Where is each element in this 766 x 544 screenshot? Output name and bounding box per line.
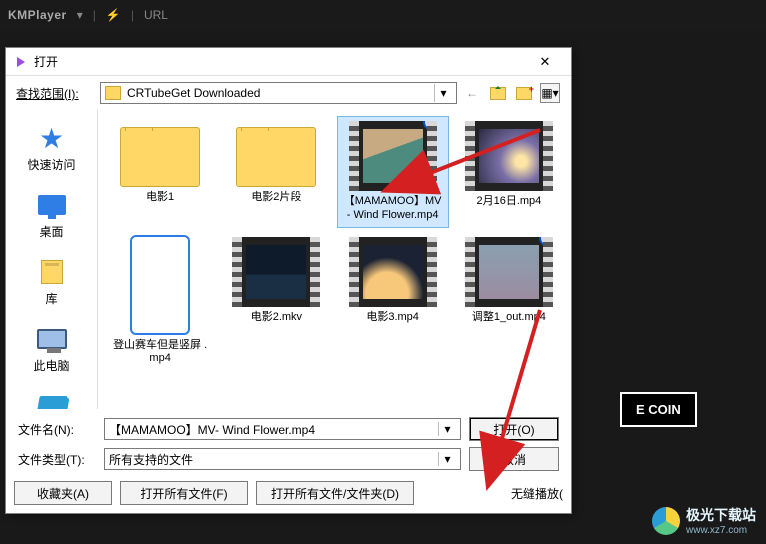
- file-controls: 文件名(N): 【MAMAMOO】MV- Wind Flower.mp4 ▾ 打…: [6, 409, 571, 475]
- phone-screenshot-thumbnail: [130, 235, 190, 335]
- video-thumbnail: [349, 237, 437, 307]
- filename-label: 文件名(N):: [18, 421, 96, 438]
- open-button[interactable]: 打开(O): [469, 417, 559, 441]
- folder-icon: [236, 127, 316, 187]
- chevron-down-icon[interactable]: ▾: [77, 8, 83, 22]
- filetype-combo[interactable]: 所有支持的文件 ▾: [104, 448, 461, 470]
- watermark-logo: 极光下载站 www.xz7.com: [652, 505, 756, 536]
- file-item-label: 电影2片段: [251, 191, 301, 205]
- file-item[interactable]: 电影1: [104, 116, 216, 228]
- desktop-icon: [38, 195, 66, 215]
- seamless-label[interactable]: 无缝播放(: [511, 485, 563, 502]
- file-item[interactable]: 2月16日.mp4: [453, 116, 565, 228]
- dialog-titlebar[interactable]: 打开 ✕: [6, 48, 571, 76]
- file-item[interactable]: 电影3.mp4: [337, 232, 449, 372]
- video-thumbnail: 1: [349, 121, 437, 191]
- file-item-label: 2月16日.mp4: [476, 195, 541, 209]
- file-item[interactable]: 2 调整1_out.mp4: [453, 232, 565, 372]
- annotation-badge: 2: [539, 237, 553, 247]
- views-icon[interactable]: ▦▾: [539, 82, 561, 104]
- filename-combo[interactable]: 【MAMAMOO】MV- Wind Flower.mp4 ▾: [104, 418, 461, 440]
- file-item[interactable]: 电影2.mkv: [220, 232, 332, 372]
- lookin-value: CRTubeGet Downloaded: [127, 86, 260, 100]
- watermark-icon: [652, 507, 680, 535]
- url-label[interactable]: URL: [144, 8, 168, 22]
- filetype-value: 所有支持的文件: [109, 451, 438, 468]
- file-item-label: 【MAMAMOO】MV- Wind Flower.mp4: [343, 195, 443, 223]
- pc-icon: [37, 329, 67, 349]
- lookin-combo[interactable]: CRTubeGet Downloaded ▾: [100, 82, 457, 104]
- chevron-down-icon[interactable]: ▾: [434, 84, 452, 102]
- filename-value: 【MAMAMOO】MV- Wind Flower.mp4: [109, 421, 438, 438]
- file-item-label: 电影1: [146, 191, 174, 205]
- watermark-text: 极光下载站: [686, 505, 756, 525]
- video-thumbnail: [465, 121, 553, 191]
- folder-icon: [105, 86, 121, 100]
- watermark-url: www.xz7.com: [686, 525, 756, 536]
- lookin-row: 查找范围(I): CRTubeGet Downloaded ▾ ← ▦▾: [6, 76, 571, 110]
- file-item-label: 电影3.mp4: [366, 311, 419, 325]
- places-desktop[interactable]: 桌面: [6, 183, 97, 250]
- chevron-down-icon[interactable]: ▾: [438, 452, 456, 466]
- libraries-icon: [41, 260, 63, 284]
- separator: |: [93, 8, 96, 22]
- file-item[interactable]: 1 【MAMAMOO】MV- Wind Flower.mp4: [337, 116, 449, 228]
- star-icon: ★: [39, 122, 64, 155]
- network-icon: [36, 396, 68, 409]
- cancel-button[interactable]: 取消: [469, 447, 559, 471]
- ecoin-button[interactable]: E COIN: [620, 392, 697, 427]
- lookin-label: 查找范围(I):: [16, 85, 96, 102]
- favorites-button[interactable]: 收藏夹(A): [14, 481, 112, 505]
- file-item-label: 电影2.mkv: [251, 311, 302, 325]
- extra-buttons: 收藏夹(A) 打开所有文件(F) 打开所有文件/文件夹(D) 无缝播放(: [6, 475, 571, 513]
- open-all-files-button[interactable]: 打开所有文件(F): [120, 481, 248, 505]
- video-thumbnail: [232, 237, 320, 307]
- places-bar: ★ 快速访问 桌面 库 此电脑 网络: [6, 110, 98, 409]
- back-icon[interactable]: ←: [461, 82, 483, 104]
- open-file-dialog: 打开 ✕ 查找范围(I): CRTubeGet Downloaded ▾ ← ▦…: [5, 47, 572, 514]
- close-icon[interactable]: ✕: [525, 50, 565, 74]
- kmplayer-titlebar: KMPlayer ▾ | ⚡ | URL: [0, 0, 766, 30]
- file-item-label: 登山赛车但是竖屏 .mp4: [110, 339, 210, 367]
- filetype-label: 文件类型(T):: [18, 451, 96, 468]
- dialog-icon: [14, 55, 28, 69]
- file-item[interactable]: 电影2片段: [220, 116, 332, 228]
- file-item-label: 调整1_out.mp4: [472, 311, 546, 325]
- folder-icon: [120, 127, 200, 187]
- open-all-files-folders-button[interactable]: 打开所有文件/文件夹(D): [256, 481, 414, 505]
- separator: |: [131, 8, 134, 22]
- places-libraries[interactable]: 库: [6, 250, 97, 317]
- new-folder-icon[interactable]: [513, 82, 535, 104]
- places-network[interactable]: 网络: [6, 384, 97, 409]
- places-this-pc[interactable]: 此电脑: [6, 317, 97, 384]
- video-thumbnail: 2: [465, 237, 553, 307]
- chevron-down-icon[interactable]: ▾: [438, 422, 456, 436]
- file-list[interactable]: 电影1 电影2片段 1 【MAMAMOO】MV- Wind Flower.mp4 2月1…: [98, 110, 571, 409]
- places-quick-access[interactable]: ★ 快速访问: [6, 116, 97, 183]
- lightning-icon[interactable]: ⚡: [106, 8, 121, 22]
- kmplayer-logo: KMPlayer: [8, 8, 67, 22]
- dialog-title: 打开: [34, 53, 525, 70]
- up-folder-icon[interactable]: [487, 82, 509, 104]
- annotation-badge: 1: [423, 121, 437, 131]
- file-item[interactable]: 登山赛车但是竖屏 .mp4: [104, 232, 216, 372]
